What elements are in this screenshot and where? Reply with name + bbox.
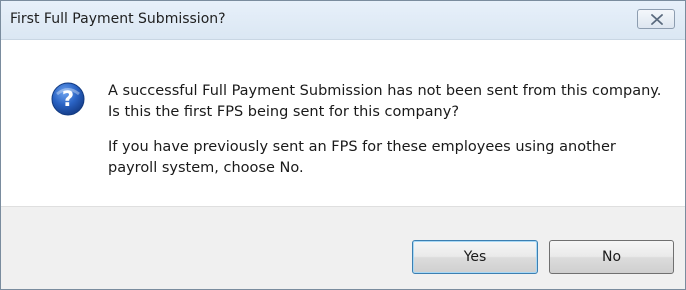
- close-icon: [651, 14, 663, 25]
- title-bar[interactable]: First Full Payment Submission?: [1, 1, 685, 40]
- message-paragraph-2: If you have previously sent an FPS for t…: [108, 139, 616, 176]
- question-icon: ?: [51, 82, 85, 116]
- window-title: First Full Payment Submission?: [10, 11, 226, 27]
- dialog-window: First Full Payment Submission? ? A succe…: [0, 0, 686, 290]
- message-paragraph-1: A successful Full Payment Submission has…: [108, 83, 662, 120]
- close-button[interactable]: [637, 9, 675, 29]
- yes-button[interactable]: Yes: [412, 240, 538, 274]
- no-button[interactable]: No: [549, 240, 674, 274]
- button-bar: Yes No: [1, 206, 685, 289]
- dialog-message: A successful Full Payment Submission has…: [108, 81, 668, 193]
- svg-text:?: ?: [62, 87, 74, 111]
- dialog-content: ? A successful Full Payment Submission h…: [1, 40, 685, 206]
